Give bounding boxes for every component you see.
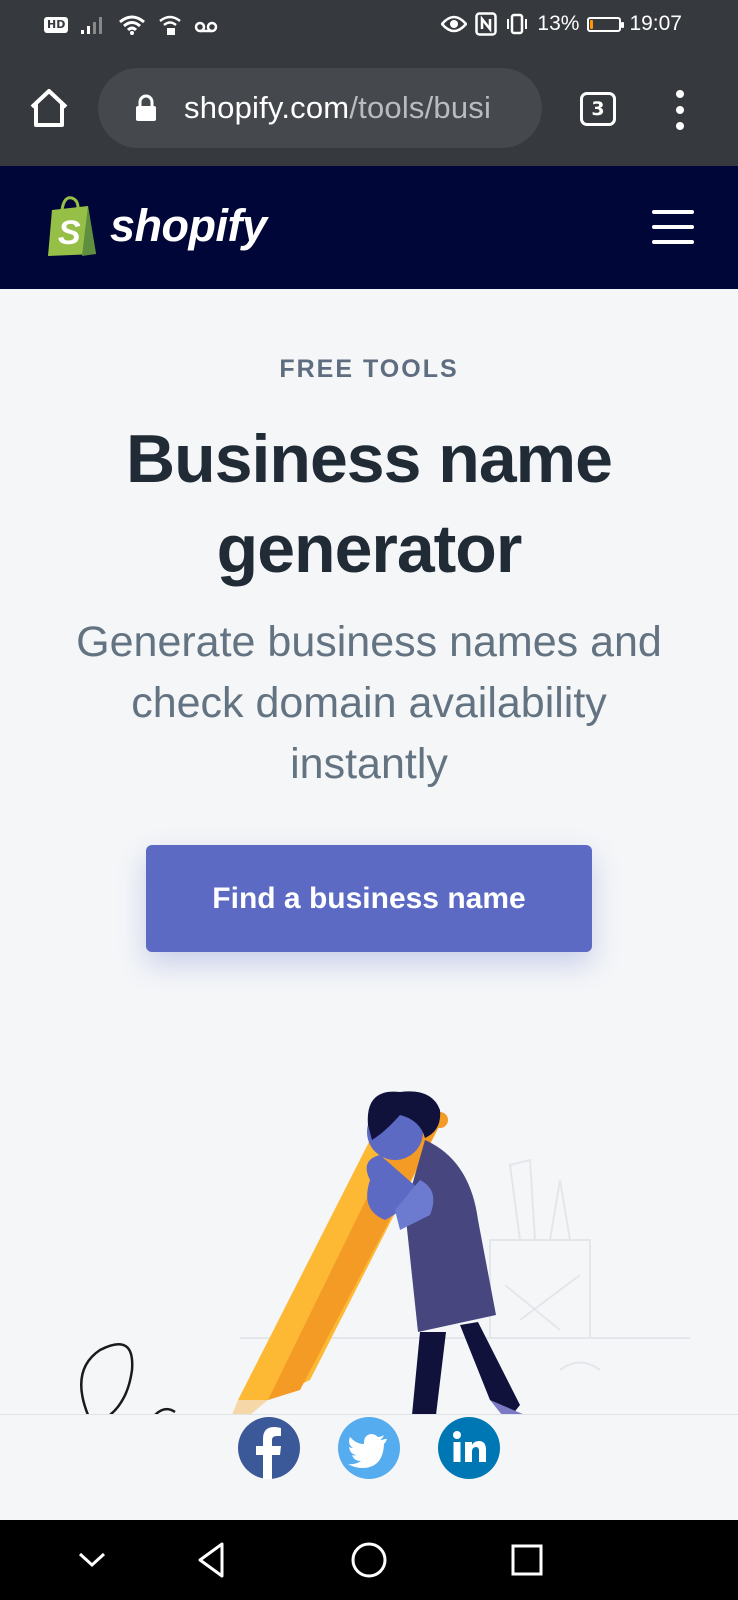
page-subtitle: Generate business names and check domain… (76, 618, 662, 788)
hd-badge: HD (44, 17, 69, 33)
hero-section: FREE TOOLS Business name generator Gener… (0, 289, 738, 952)
recents-icon[interactable] (505, 1538, 549, 1582)
url-domain: shopify.com (184, 90, 350, 125)
nfc-icon (475, 12, 498, 36)
logo-text: shopify (110, 200, 267, 251)
facebook-share-button[interactable] (238, 1417, 300, 1479)
tab-switcher-button[interactable]: 3 (580, 92, 616, 126)
page-title: Business name generator (126, 421, 613, 587)
hotspot-icon (159, 15, 182, 35)
lock-icon (136, 94, 156, 121)
url-text: shopify.com/tools/busi (184, 90, 491, 126)
nav-home-icon[interactable] (347, 1538, 391, 1582)
battery-percent: 13% (537, 12, 580, 35)
facebook-icon (256, 1427, 281, 1479)
pencil-scribble (80, 1342, 176, 1415)
twitter-share-button[interactable] (338, 1417, 400, 1479)
back-icon[interactable] (190, 1538, 234, 1582)
find-business-name-button[interactable]: Find a business name (146, 845, 592, 952)
home-icon[interactable] (26, 85, 72, 131)
hero-illustration (80, 1091, 690, 1415)
more-options-icon[interactable] (668, 88, 692, 132)
hamburger-menu-icon[interactable] (652, 210, 694, 246)
signal-icon (81, 17, 103, 34)
clock: 19:07 (629, 12, 682, 35)
linkedin-share-button[interactable] (438, 1417, 500, 1479)
url-path: /tools/busi (349, 90, 492, 125)
address-bar[interactable]: shopify.com/tools/busi (98, 68, 542, 148)
system-nav-bar (0, 1520, 738, 1600)
browser-toolbar: shopify.com/tools/busi 3 (0, 52, 738, 166)
eye-icon (441, 15, 468, 33)
vibrate-icon (507, 13, 528, 35)
collapse-icon[interactable] (70, 1538, 114, 1582)
shopping-bag-icon: S (48, 196, 96, 256)
shopify-logo[interactable]: S shopify (44, 194, 267, 258)
voicemail-icon (195, 21, 218, 33)
eyebrow-label: FREE TOOLS (279, 355, 459, 383)
status-bar: HD 13% 19:07 (0, 0, 738, 52)
linkedin-icon (453, 1431, 486, 1462)
share-bar (0, 1414, 738, 1521)
wifi-icon (119, 15, 146, 35)
status-left-icons: HD (44, 14, 218, 36)
site-header: S shopify (0, 166, 738, 289)
status-right-icons: 13% 19:07 (441, 12, 682, 36)
person (366, 1091, 525, 1415)
twitter-icon (348, 1434, 387, 1468)
battery-icon (587, 16, 625, 32)
battery-level (590, 19, 594, 29)
svg-text:S: S (58, 214, 81, 252)
